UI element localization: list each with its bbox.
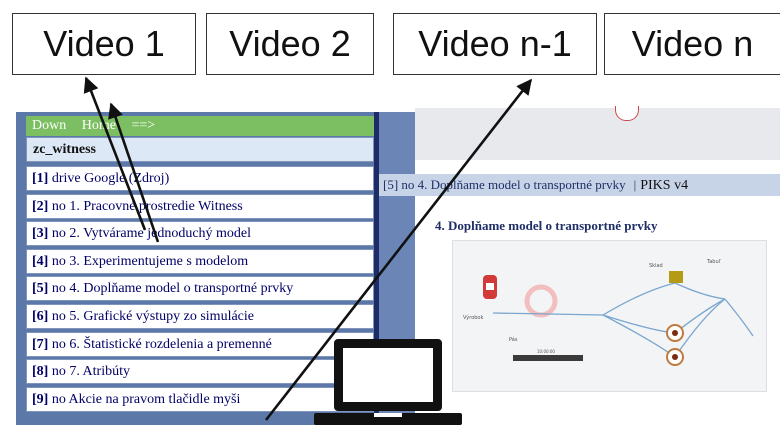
arrow-to-video-1: [83, 76, 147, 231]
arrows-overlay: [83, 76, 533, 421]
arrow-to-video-1-alt: [108, 102, 160, 243]
arrow-to-video-n-1: [264, 78, 533, 421]
